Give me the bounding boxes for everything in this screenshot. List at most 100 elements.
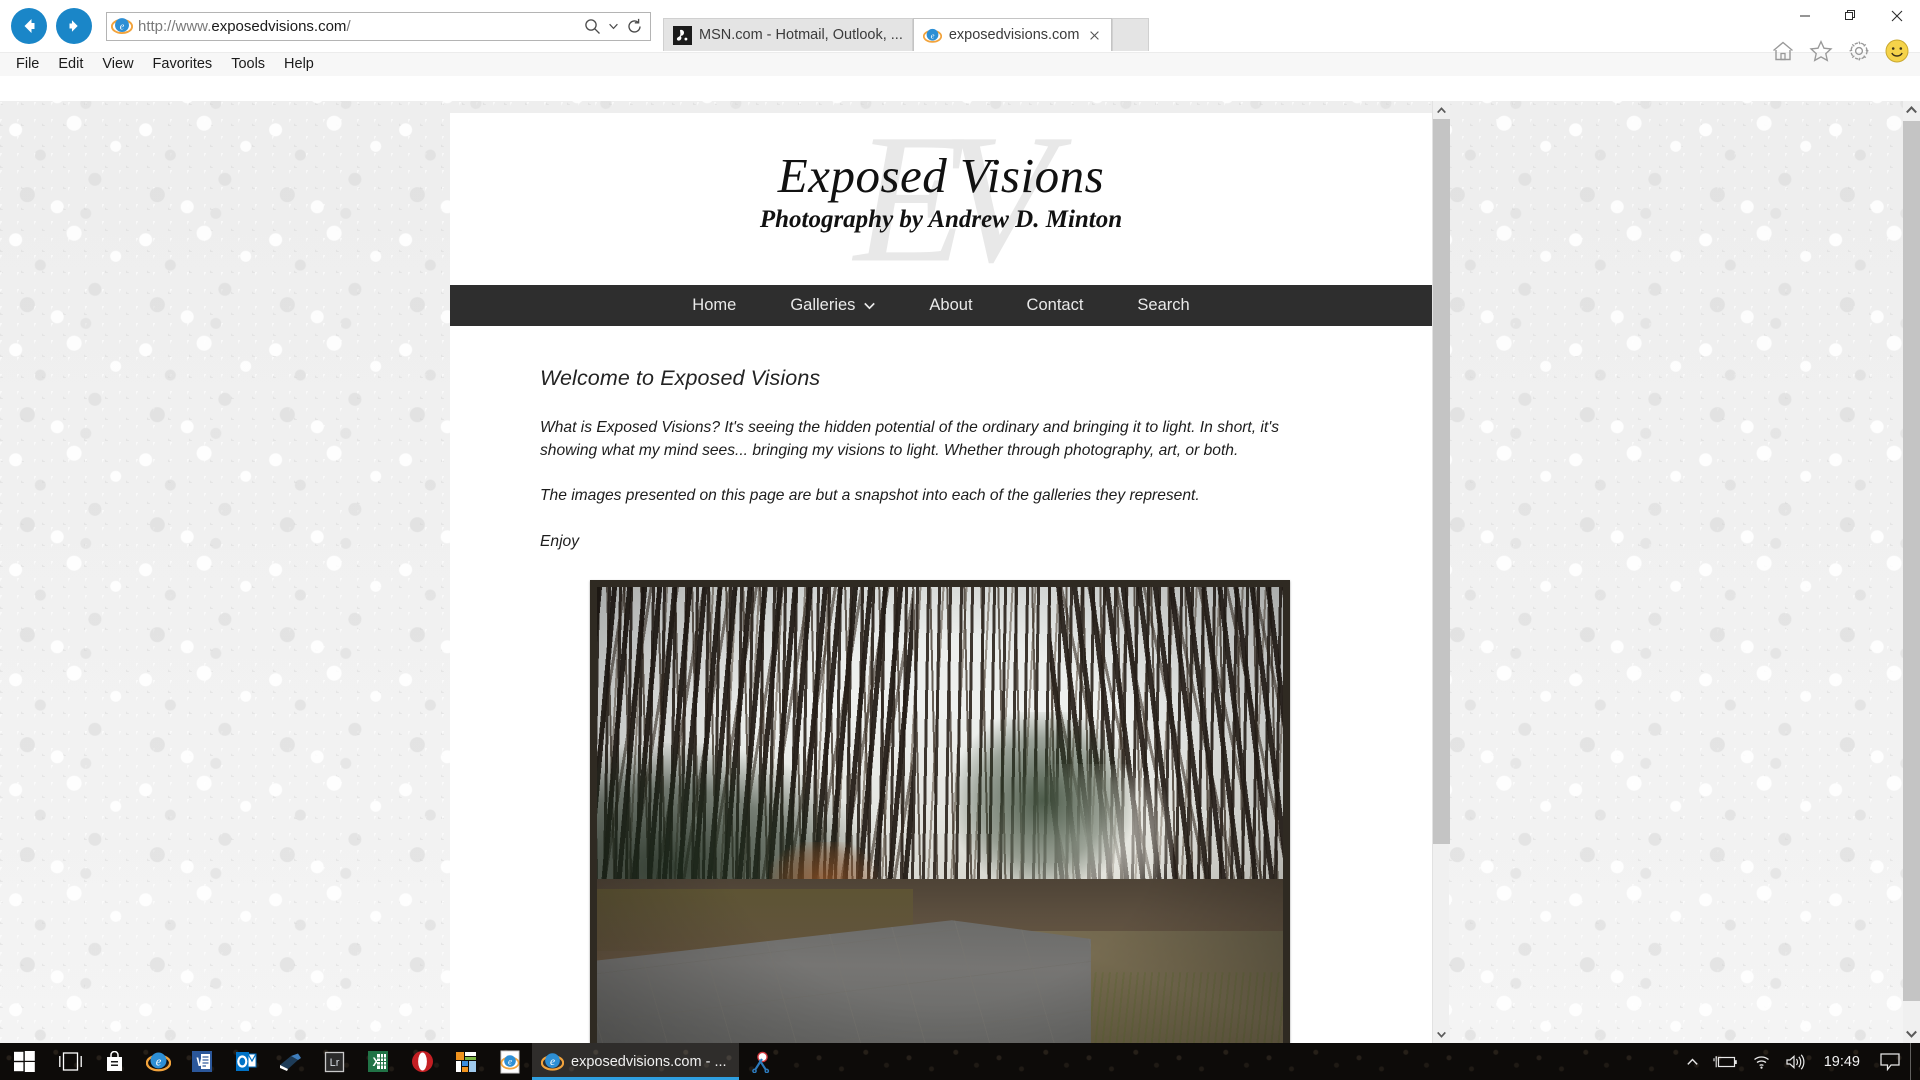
scroll-thumb[interactable] — [1903, 121, 1920, 1001]
word-icon[interactable]: W — [180, 1043, 224, 1080]
nav-label: Contact — [1026, 296, 1084, 314]
site-header: EV Exposed Visions Photography by Andrew… — [450, 113, 1432, 285]
battery-charging-icon[interactable] — [1706, 1043, 1745, 1080]
photo-image: Andrew D. Minton Photography — [597, 587, 1283, 1043]
photoshop-icon[interactable] — [268, 1043, 312, 1080]
nav-label: Search — [1137, 296, 1190, 314]
photo-vignette — [597, 587, 1283, 1043]
system-tray: 19:49 — [1680, 1043, 1920, 1080]
svg-text:e: e — [155, 1054, 161, 1068]
website-container: EV Exposed Visions Photography by Andrew… — [450, 113, 1432, 1043]
intro-paragraph: What is Exposed Visions? It's seeing the… — [540, 419, 1280, 459]
forward-button[interactable] — [56, 8, 92, 44]
menu-item-view[interactable]: View — [93, 55, 142, 74]
page-viewport: EV Exposed Visions Photography by Andrew… — [0, 101, 1920, 1043]
scroll-thumb[interactable] — [1433, 119, 1450, 844]
browser-command-bar — [1768, 36, 1912, 66]
site-content: Welcome to Exposed Visions What is Expos… — [450, 326, 1432, 1043]
nav-label: Home — [692, 296, 737, 314]
desktop: e http://www.exposedvisions.com/ MSN.com… — [0, 0, 1920, 1080]
lightroom-icon[interactable]: Lr — [312, 1043, 356, 1080]
enjoy-paragraph: Enjoy — [540, 532, 580, 550]
volume-icon[interactable] — [1778, 1043, 1812, 1080]
nav-label: About — [929, 296, 973, 314]
store-icon[interactable] — [92, 1043, 136, 1080]
ie-icon: e — [922, 28, 942, 43]
taskbar: e W Lr X e e exposedvisions.com - ... 19… — [0, 1043, 1920, 1080]
nav-label: Galleries — [790, 296, 856, 314]
svg-text:e: e — [120, 22, 125, 33]
gallery-note-paragraph: The images presented on this page are bu… — [540, 487, 1200, 505]
snipping-tool-icon[interactable] — [739, 1043, 783, 1080]
excel-icon[interactable]: X — [356, 1043, 400, 1080]
nav-link-contact[interactable]: Contact — [1000, 285, 1111, 326]
page-heading: Welcome to Exposed Visions — [540, 366, 821, 390]
tab-strip: MSN.com - Hotmail, Outlook, ... e expose… — [663, 0, 1150, 52]
internet-explorer-icon[interactable]: e — [136, 1043, 180, 1080]
browser-chrome: e http://www.exposedvisions.com/ MSN.com… — [0, 0, 1920, 101]
taskbar-window-label: exposedvisions.com - ... — [571, 1053, 727, 1070]
nav-link-galleries[interactable]: Galleries — [763, 285, 902, 326]
nav-link-search[interactable]: Search — [1110, 285, 1216, 326]
wifi-icon[interactable] — [1745, 1043, 1778, 1080]
page-canvas: EV Exposed Visions Photography by Andrew… — [0, 101, 1896, 1043]
address-tools — [578, 13, 648, 40]
site-branding: Exposed Visions Photography by Andrew D.… — [450, 113, 1432, 234]
site-subtitle: Photography by Andrew D. Minton — [759, 206, 1123, 234]
site-navigation: Home Galleries About Contact Search — [450, 285, 1432, 326]
refresh-icon[interactable] — [620, 13, 648, 40]
internet-explorer-icon: e — [541, 1053, 564, 1071]
show-desktop-button[interactable] — [1910, 1043, 1920, 1080]
page-scrollbar[interactable] — [1432, 101, 1450, 1043]
favorites-star-icon[interactable] — [1806, 36, 1836, 66]
browser-toolbar: e http://www.exposedvisions.com/ MSN.com… — [0, 0, 1920, 63]
close-icon[interactable] — [1087, 28, 1102, 43]
chevron-down-icon[interactable] — [606, 13, 620, 40]
scroll-down-button[interactable] — [1903, 1025, 1920, 1043]
msn-icon — [673, 25, 692, 45]
url-text: http://www.exposedvisions.com/ — [138, 18, 351, 34]
menu-bar: File Edit View Favorites Tools Help — [0, 52, 1920, 76]
window-scrollbar[interactable] — [1903, 101, 1920, 1043]
svg-text:e: e — [930, 30, 934, 40]
tab-msn[interactable]: MSN.com - Hotmail, Outlook, ... — [663, 18, 913, 51]
gear-icon[interactable] — [1844, 36, 1874, 66]
scroll-up-button[interactable] — [1903, 101, 1920, 119]
address-bar[interactable]: e http://www.exposedvisions.com/ — [106, 11, 651, 41]
new-tab-button[interactable] — [1112, 18, 1150, 51]
nav-link-home[interactable]: Home — [665, 285, 763, 326]
svg-text:Lr: Lr — [329, 1057, 339, 1069]
browser-icon[interactable]: e — [488, 1043, 532, 1080]
search-icon[interactable] — [578, 13, 606, 40]
chevron-down-icon — [864, 302, 876, 309]
start-button[interactable] — [0, 1043, 48, 1080]
back-button[interactable] — [11, 8, 47, 44]
scroll-down-button[interactable] — [1433, 1025, 1450, 1043]
internet-explorer-window: e http://www.exposedvisions.com/ MSN.com… — [0, 0, 1920, 1043]
tab-label: exposedvisions.com — [948, 27, 1080, 43]
site-title: Exposed Visions — [777, 148, 1105, 203]
apps-icon[interactable] — [444, 1043, 488, 1080]
menu-item-tools[interactable]: Tools — [222, 55, 274, 74]
clock[interactable]: 19:49 — [1812, 1043, 1872, 1080]
menu-item-file[interactable]: File — [7, 55, 48, 74]
menu-item-favorites[interactable]: Favorites — [144, 55, 222, 74]
tab-label: MSN.com - Hotmail, Outlook, ... — [699, 27, 903, 43]
action-center-icon[interactable] — [1872, 1043, 1910, 1080]
smiley-feedback-icon[interactable] — [1882, 36, 1912, 66]
svg-text:e: e — [550, 1056, 555, 1068]
featured-photo[interactable]: Andrew D. Minton Photography — [590, 580, 1290, 1043]
outlook-icon[interactable] — [224, 1043, 268, 1080]
menu-item-help[interactable]: Help — [275, 55, 323, 74]
taskbar-window-exposedvisions[interactable]: e exposedvisions.com - ... — [532, 1043, 739, 1080]
scroll-up-button[interactable] — [1433, 101, 1450, 119]
menu-item-edit[interactable]: Edit — [49, 55, 92, 74]
opera-icon[interactable] — [400, 1043, 444, 1080]
ie-icon: e — [111, 18, 133, 35]
svg-text:e: e — [508, 1056, 512, 1066]
nav-link-about[interactable]: About — [902, 285, 999, 326]
tab-exposedvisions[interactable]: e exposedvisions.com — [912, 18, 1113, 51]
task-view-button[interactable] — [48, 1043, 92, 1080]
home-icon[interactable] — [1768, 36, 1798, 66]
chevron-up-icon[interactable] — [1680, 1043, 1706, 1080]
